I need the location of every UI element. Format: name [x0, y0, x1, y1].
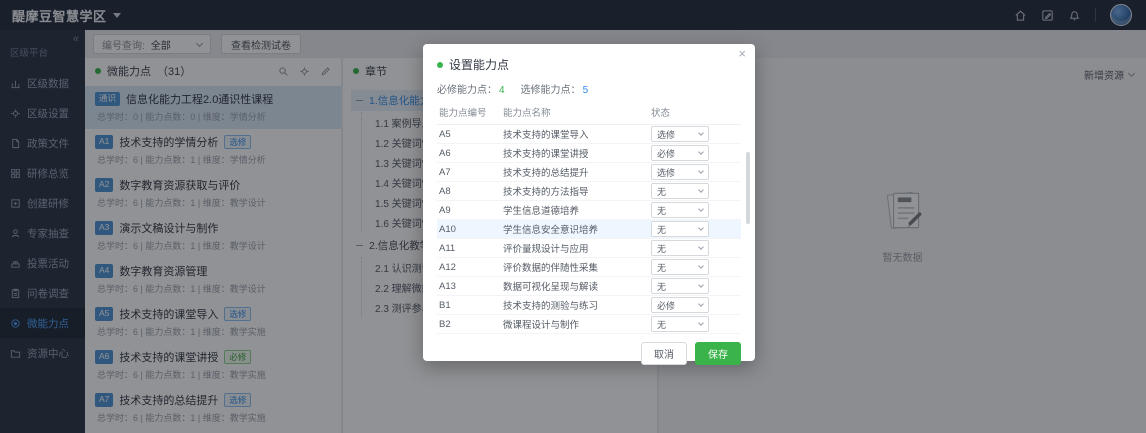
cell-name: 技术支持的课堂导入: [501, 125, 649, 144]
col-header-status: 状态: [649, 100, 741, 125]
close-icon[interactable]: ×: [738, 46, 746, 61]
table-row: A8技术支持的方法指导无: [437, 182, 741, 201]
cell-code: B2: [437, 315, 501, 334]
chevron-down-icon: [698, 225, 704, 231]
table-row: A12评价数据的伴随性采集无: [437, 258, 741, 277]
cell-code: A13: [437, 277, 501, 296]
chevron-down-icon: [698, 263, 704, 269]
table-row: A5技术支持的课堂导入选修: [437, 125, 741, 144]
cell-code: A8: [437, 182, 501, 201]
status-value: 无: [657, 204, 666, 217]
status-select[interactable]: 无: [651, 316, 709, 332]
save-button[interactable]: 保存: [695, 342, 741, 365]
status-select[interactable]: 无: [651, 259, 709, 275]
status-value: 无: [657, 280, 666, 293]
table-row: A11评价量规设计与应用无: [437, 239, 741, 258]
chevron-down-icon: [698, 320, 704, 326]
cell-name: 学生信息安全意识培养: [501, 220, 649, 239]
required-count-value: 4: [499, 85, 505, 96]
elective-count-stat: 选修能力点：5: [521, 81, 589, 96]
modal-title: 设置能力点: [449, 56, 509, 73]
cell-code: A7: [437, 163, 501, 182]
status-value: 无: [657, 223, 666, 236]
chevron-down-icon: [698, 130, 704, 136]
cell-code: A10: [437, 220, 501, 239]
cell-code: A12: [437, 258, 501, 277]
table-row: B2微课程设计与制作无: [437, 315, 741, 334]
status-select[interactable]: 无: [651, 221, 709, 237]
table-row: A10学生信息安全意识培养无: [437, 220, 741, 239]
cell-name: 评价数据的伴随性采集: [501, 258, 649, 277]
status-value: 必修: [657, 299, 675, 312]
modal-stats: 必修能力点：4 选修能力点：5: [437, 81, 741, 96]
chevron-down-icon: [698, 149, 704, 155]
cancel-button[interactable]: 取消: [641, 342, 687, 365]
table-row: A6技术支持的课堂讲授必修: [437, 144, 741, 163]
cell-code: B1: [437, 296, 501, 315]
cell-name: 数据可视化呈现与解读: [501, 277, 649, 296]
chevron-down-icon: [698, 282, 704, 288]
cell-code: A6: [437, 144, 501, 163]
status-select[interactable]: 无: [651, 202, 709, 218]
cell-name: 技术支持的总结提升: [501, 163, 649, 182]
scrollbar-thumb[interactable]: [746, 152, 750, 224]
status-select[interactable]: 必修: [651, 297, 709, 313]
green-dot-icon: [437, 62, 443, 68]
col-header-code: 能力点编号: [437, 100, 501, 125]
table-row: B1技术支持的测验与练习必修: [437, 296, 741, 315]
chevron-down-icon: [698, 244, 704, 250]
chevron-down-icon: [698, 301, 704, 307]
cell-name: 技术支持的课堂讲授: [501, 144, 649, 163]
cell-name: 微课程设计与制作: [501, 315, 649, 334]
table-row: A7技术支持的总结提升选修: [437, 163, 741, 182]
ability-table-wrap: 能力点编号 能力点名称 状态 A5技术支持的课堂导入选修 A6技术支持的课堂讲授…: [437, 100, 741, 334]
ability-table: 能力点编号 能力点名称 状态 A5技术支持的课堂导入选修 A6技术支持的课堂讲授…: [437, 100, 741, 334]
elective-count-value: 5: [583, 85, 589, 96]
status-value: 无: [657, 261, 666, 274]
status-select[interactable]: 无: [651, 240, 709, 256]
chevron-down-icon: [698, 168, 704, 174]
status-value: 无: [657, 185, 666, 198]
set-ability-modal: × 设置能力点 必修能力点：4 选修能力点：5 能力点编号 能力点名称 状态 A…: [423, 44, 755, 361]
status-value: 无: [657, 242, 666, 255]
cell-name: 学生信息道德培养: [501, 201, 649, 220]
required-count-stat: 必修能力点：4: [437, 81, 505, 96]
modal-title-row: 设置能力点: [437, 56, 741, 73]
table-row: A9学生信息道德培养无: [437, 201, 741, 220]
col-header-name: 能力点名称: [501, 100, 649, 125]
cell-code: A9: [437, 201, 501, 220]
cell-code: A5: [437, 125, 501, 144]
status-value: 选修: [657, 166, 675, 179]
chevron-down-icon: [698, 187, 704, 193]
table-row: A13数据可视化呈现与解读无: [437, 277, 741, 296]
status-select[interactable]: 选修: [651, 164, 709, 180]
cell-code: A11: [437, 239, 501, 258]
modal-footer: 取消 保存: [437, 342, 741, 365]
chevron-down-icon: [698, 206, 704, 212]
cell-name: 评价量规设计与应用: [501, 239, 649, 258]
status-select[interactable]: 无: [651, 183, 709, 199]
status-value: 必修: [657, 147, 675, 160]
cell-name: 技术支持的测验与练习: [501, 296, 649, 315]
status-select[interactable]: 选修: [651, 126, 709, 142]
app-screen: 醍摩豆智慧学区 « 区级平台 区级数据 区级设置: [0, 0, 1146, 433]
status-select[interactable]: 无: [651, 278, 709, 294]
status-value: 无: [657, 318, 666, 331]
status-select[interactable]: 必修: [651, 145, 709, 161]
cell-name: 技术支持的方法指导: [501, 182, 649, 201]
status-value: 选修: [657, 128, 675, 141]
